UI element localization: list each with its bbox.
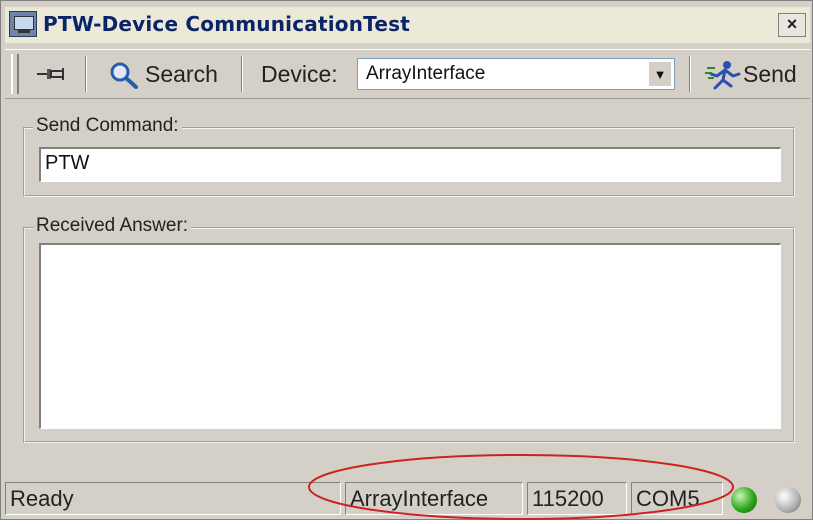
search-icon[interactable] <box>109 61 139 89</box>
send-button[interactable]: Send <box>743 56 797 92</box>
gray-led-icon <box>775 487 801 513</box>
status-text: Ready <box>5 482 341 515</box>
toolbar-grip[interactable] <box>11 54 19 94</box>
send-command-value: PTW <box>45 152 90 174</box>
toolbar: Search Device: ArrayInterface ▼ Send <box>5 49 810 99</box>
device-label: Device: <box>261 61 338 87</box>
toolbar-separator <box>241 56 243 92</box>
send-command-input[interactable]: PTW <box>39 147 781 182</box>
device-dropdown[interactable]: ArrayInterface ▼ <box>357 58 675 90</box>
main-window: PTW-Device CommunicationTest × Search De… <box>0 0 813 520</box>
green-led-icon <box>731 487 757 513</box>
toolbar-separator <box>85 56 87 92</box>
send-command-group: Send Command: PTW <box>23 115 795 197</box>
window-title: PTW-Device CommunicationTest <box>43 12 410 36</box>
status-interface: ArrayInterface <box>345 482 523 515</box>
received-answer-output[interactable] <box>39 243 781 429</box>
search-button[interactable]: Search <box>145 56 218 92</box>
received-answer-group: Received Answer: <box>23 215 795 443</box>
received-answer-label: Received Answer: <box>33 215 192 237</box>
status-bar: Ready ArrayInterface 115200 COM5 <box>5 479 810 517</box>
close-button[interactable]: × <box>778 13 806 37</box>
title-bar: PTW-Device CommunicationTest × <box>5 7 810 43</box>
status-baud-rate: 115200 <box>527 482 627 515</box>
status-port: COM5 <box>631 482 723 515</box>
pin-icon[interactable] <box>35 60 69 88</box>
toolbar-separator <box>689 56 691 92</box>
app-icon <box>9 11 37 37</box>
chevron-down-icon[interactable]: ▼ <box>648 61 672 87</box>
send-command-label: Send Command: <box>33 115 182 137</box>
running-man-icon[interactable] <box>705 60 741 90</box>
device-dropdown-value: ArrayInterface <box>366 63 486 84</box>
